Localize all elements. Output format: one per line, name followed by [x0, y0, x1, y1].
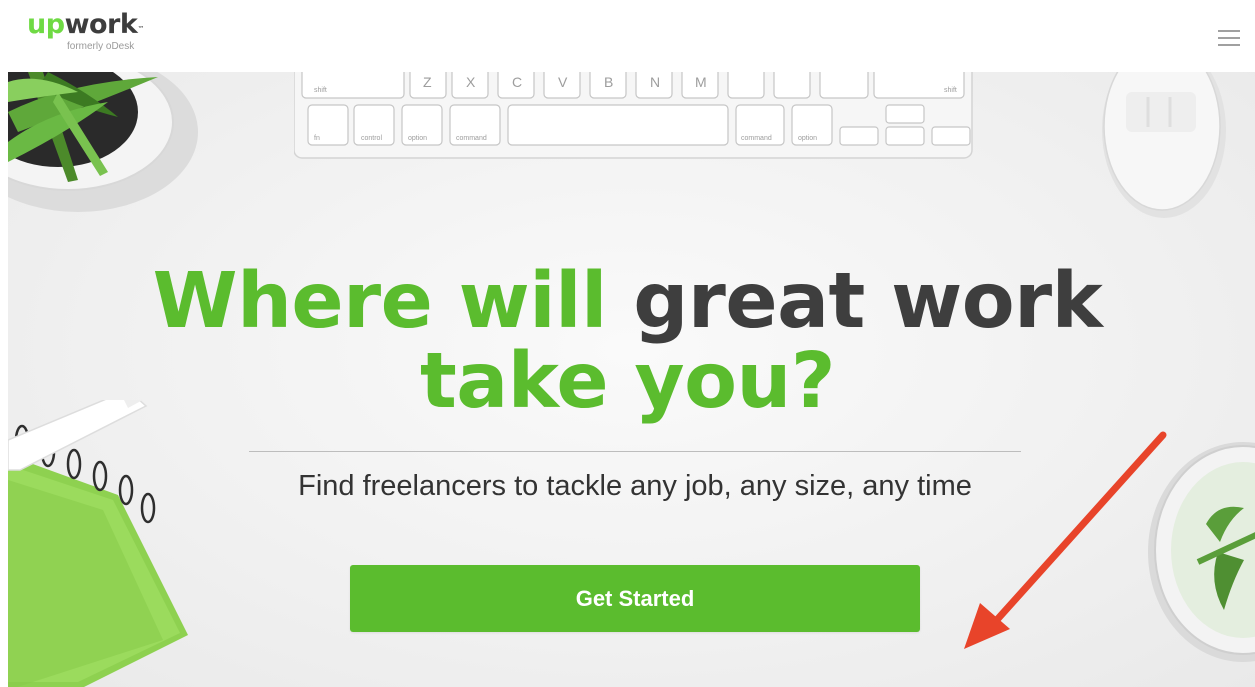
site-header: upwork™ formerly oDesk	[0, 0, 1255, 72]
hero-headline: Where will great work take you?	[0, 262, 1255, 422]
headline-divider	[249, 451, 1021, 452]
logo-trademark: ™	[137, 25, 144, 33]
svg-text:command: command	[456, 135, 487, 142]
keyboard-decoration: shift Z X C V B N M shift fn control opt…	[294, 72, 973, 159]
notebook-decoration	[8, 400, 188, 687]
mouse-decoration	[1102, 72, 1226, 218]
logo-up: up	[27, 9, 65, 40]
logo-wordmark: upwork™	[27, 8, 144, 42]
headline-dark-part: great work	[633, 257, 1103, 346]
red-arrow-annotation	[964, 431, 1167, 649]
menu-bar	[1218, 44, 1240, 46]
svg-text:Z: Z	[423, 74, 432, 90]
svg-text:shift: shift	[944, 87, 957, 94]
headline-green-part: Where will	[152, 257, 608, 346]
headline-second-line: take you?	[419, 337, 836, 426]
menu-bar	[1218, 30, 1240, 32]
logo-tagline: formerly oDesk	[67, 41, 135, 52]
upwork-logo[interactable]: upwork™ formerly oDesk	[27, 8, 167, 64]
svg-text:X: X	[466, 74, 476, 90]
svg-text:control: control	[361, 135, 382, 142]
hamburger-menu-icon[interactable]	[1216, 27, 1242, 49]
svg-text:option: option	[798, 135, 817, 142]
potted-plant-decoration	[8, 72, 198, 212]
logo-work: work	[64, 9, 138, 40]
svg-text:fn: fn	[314, 135, 320, 142]
svg-text:command: command	[741, 135, 772, 142]
get-started-button[interactable]: Get Started	[350, 565, 920, 632]
upwork-landing-page: upwork™ formerly oDesk shift Z X C V B N…	[0, 0, 1255, 687]
svg-text:C: C	[512, 74, 522, 90]
svg-text:B: B	[604, 74, 613, 90]
menu-bar	[1218, 37, 1240, 39]
svg-text:option: option	[408, 135, 427, 142]
svg-text:N: N	[650, 74, 660, 90]
svg-text:M: M	[695, 74, 707, 90]
svg-text:V: V	[558, 74, 568, 90]
svg-text:shift: shift	[314, 87, 327, 94]
